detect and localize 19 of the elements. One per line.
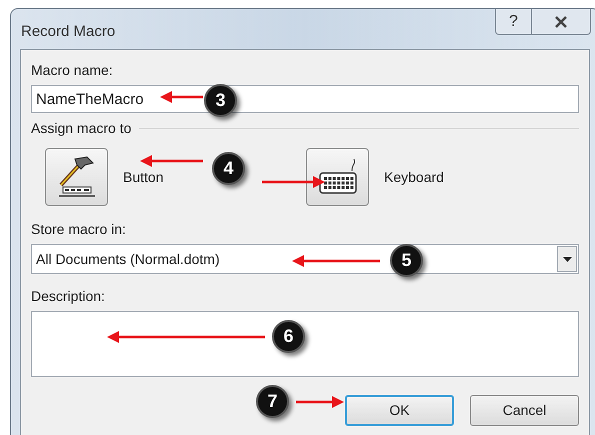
field-label: Store macro in: — [31, 220, 127, 239]
callout-arrow — [160, 91, 203, 103]
hammer-toolbar-icon — [56, 155, 96, 199]
group-label: Assign macro to — [31, 119, 132, 138]
window-title: Record Macro — [21, 22, 116, 42]
field-label: Description: — [31, 287, 106, 306]
callout-arrow — [140, 155, 203, 167]
keyboard-assign-button[interactable] — [306, 148, 369, 206]
cancel-button[interactable]: Cancel — [470, 395, 579, 426]
callout-arrow — [296, 396, 344, 408]
dropdown-arrow-icon — [562, 256, 572, 262]
description-field[interactable] — [31, 311, 579, 377]
field-label: Macro name: — [31, 61, 114, 80]
button-assign-button[interactable] — [45, 148, 108, 206]
ok-button[interactable]: OK — [345, 395, 454, 426]
option-label: Keyboard — [384, 168, 444, 187]
callout-arrow — [262, 176, 325, 188]
option-label: Button — [123, 168, 164, 186]
close-icon — [554, 16, 568, 28]
